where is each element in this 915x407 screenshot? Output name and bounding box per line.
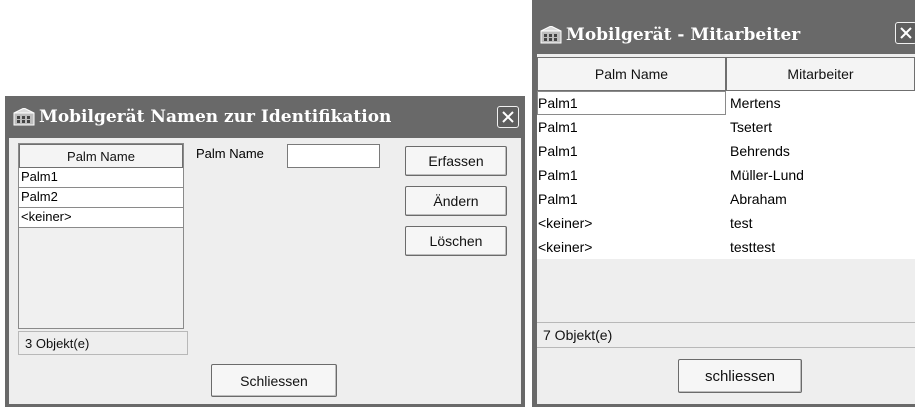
table-row[interactable]: Palm1 Behrends xyxy=(537,139,915,163)
close-icon xyxy=(502,111,514,123)
close-window-button[interactable] xyxy=(497,106,519,128)
close-window-button[interactable] xyxy=(895,22,915,44)
employee-cell: Abraham xyxy=(730,191,787,207)
dialog-body: Palm Name Palm1 Palm2 <keiner> 3 Objekt(… xyxy=(9,138,521,404)
table-row[interactable]: Palm1 Tsetert xyxy=(537,115,915,139)
list-item-label: Palm1 xyxy=(21,169,58,184)
dialog-title: Mobilgerät - Mitarbeiter xyxy=(566,25,801,45)
dialog-title: Mobilgerät Namen zur Identifikation xyxy=(39,107,392,127)
dialog-body: Palm Name Mitarbeiter Palm1 Mertens Palm… xyxy=(537,54,915,404)
list-item[interactable]: <keiner> xyxy=(19,208,183,228)
palm-name-cell: Palm1 xyxy=(538,143,578,159)
table-empty-area xyxy=(537,259,915,317)
table-row[interactable]: <keiner> testtest xyxy=(537,235,915,259)
employee-cell: testtest xyxy=(730,239,776,255)
palm-name-cell: Palm1 xyxy=(538,191,578,207)
palm-employee-dialog: Mobilgerät - Mitarbeiter Palm Name Mitar… xyxy=(532,0,915,407)
palm-name-input[interactable] xyxy=(287,144,380,168)
employee-cell: Tsetert xyxy=(730,119,773,135)
list-item[interactable]: Palm1 xyxy=(19,168,183,188)
employee-cell: Müller-Lund xyxy=(730,167,804,183)
palm-name-label: Palm Name xyxy=(196,146,264,161)
edit-button[interactable]: Ändern xyxy=(405,186,507,216)
employee-cell: Behrends xyxy=(730,143,790,159)
table-row[interactable]: Palm1 Müller-Lund xyxy=(537,163,915,187)
table-row[interactable]: <keiner> test xyxy=(537,211,915,235)
title-bar[interactable]: Mobilgerät Namen zur Identifikation xyxy=(5,96,525,138)
list-item[interactable]: Palm2 xyxy=(19,188,183,208)
palm-name-cell: Palm1 xyxy=(538,95,578,111)
table-row[interactable]: Palm1 Abraham xyxy=(537,187,915,211)
table-row[interactable]: Palm1 Mertens xyxy=(537,91,915,115)
object-count-status: 3 Objekt(e) xyxy=(18,331,188,355)
object-count-status: 7 Objekt(e) xyxy=(537,322,915,348)
list-item-label: Palm2 xyxy=(21,189,58,204)
add-button[interactable]: Erfassen xyxy=(405,146,507,176)
employee-cell: Mertens xyxy=(730,95,781,111)
palm-name-cell: <keiner> xyxy=(538,239,593,255)
palm-names-dialog: Mobilgerät Namen zur Identifikation Palm… xyxy=(5,96,525,407)
palm-name-cell: Palm1 xyxy=(538,167,578,183)
title-bar[interactable]: Mobilgerät - Mitarbeiter xyxy=(532,0,915,54)
app-icon xyxy=(13,107,35,126)
column-header-palm-name[interactable]: Palm Name xyxy=(19,144,183,168)
column-header-palm-name[interactable]: Palm Name xyxy=(537,57,726,91)
close-icon xyxy=(900,27,912,39)
close-button[interactable]: schliessen xyxy=(678,359,802,393)
palm-name-list[interactable]: Palm Name Palm1 Palm2 <keiner> xyxy=(18,143,184,329)
list-item-label: <keiner> xyxy=(21,209,72,224)
palm-name-cell: <keiner> xyxy=(538,215,593,231)
delete-button[interactable]: Löschen xyxy=(405,226,507,256)
employee-cell: test xyxy=(730,215,753,231)
palm-name-cell: Palm1 xyxy=(538,119,578,135)
app-icon xyxy=(540,25,562,44)
column-header-employee[interactable]: Mitarbeiter xyxy=(726,57,915,91)
close-button[interactable]: Schliessen xyxy=(211,364,337,397)
palm-employee-table[interactable]: Palm Name Mitarbeiter Palm1 Mertens Palm… xyxy=(537,57,915,317)
